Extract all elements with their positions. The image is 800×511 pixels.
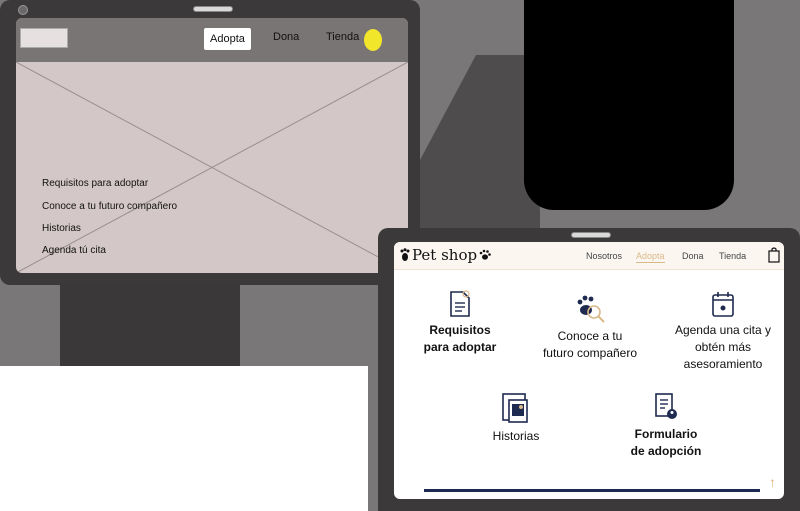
- wireframe-nav-dona[interactable]: Dona: [273, 31, 299, 43]
- paw-icon: [400, 248, 410, 261]
- wireframe-link-historias[interactable]: Historias: [42, 223, 81, 234]
- card-historias[interactable]: Historias: [474, 392, 558, 445]
- wireframe-logo-placeholder[interactable]: [20, 28, 68, 48]
- nav-nosotros[interactable]: Nosotros: [586, 251, 622, 261]
- background-block: [524, 0, 734, 210]
- camera-bar: [571, 232, 611, 238]
- card-label: Formulario: [634, 427, 698, 441]
- nav-tienda[interactable]: Tienda: [719, 251, 746, 261]
- nav-adopta[interactable]: Adopta: [636, 251, 665, 263]
- wireframe-screen: Adopta Dona Tienda Requisitos para adopt…: [16, 18, 408, 273]
- card-label: Conoce a tu: [557, 329, 623, 343]
- brand-name: Pet shop: [412, 246, 478, 264]
- wireframe-header: Adopta Dona Tienda: [16, 18, 408, 62]
- nav-dona[interactable]: Dona: [682, 251, 704, 261]
- brand-logo[interactable]: Pet shop: [400, 246, 491, 264]
- background-white-area: [0, 366, 368, 511]
- image-placeholder: [16, 62, 408, 273]
- paw-icon: [479, 249, 491, 260]
- app-header: Pet shop Nosotros Adopta Dona Tienda: [394, 242, 784, 270]
- card-conoce[interactable]: Conoce a tu futuro compañero: [530, 290, 650, 362]
- card-formulario[interactable]: Formulario de adopción: [614, 392, 718, 460]
- card-label: obtén más: [694, 340, 752, 354]
- wireframe-nav-adopta[interactable]: Adopta: [204, 28, 251, 50]
- paw-search-icon: [577, 295, 605, 323]
- card-label: para adoptar: [423, 340, 497, 354]
- wireframe-laptop: Adopta Dona Tienda Requisitos para adopt…: [0, 0, 420, 285]
- camera-dot: [18, 5, 28, 15]
- camera-bar: [193, 6, 233, 12]
- form-icon: [655, 393, 677, 419]
- calendar-icon: [712, 292, 734, 317]
- wireframe-avatar[interactable]: [364, 29, 382, 51]
- card-agenda[interactable]: Agenda una cita y obtén más asesoramient…: [662, 290, 784, 373]
- wireframe-nav-tienda[interactable]: Tienda: [326, 31, 359, 43]
- final-screen: Pet shop Nosotros Adopta Dona Tienda Req…: [394, 242, 784, 499]
- document-icon: [450, 290, 470, 317]
- card-label: Requisitos: [429, 323, 491, 337]
- card-label: asesoramiento: [683, 357, 763, 371]
- wireframe-link-conoce[interactable]: Conoce a tu futuro compañero: [42, 201, 177, 212]
- scroll-up-arrow-icon[interactable]: ↑: [769, 474, 776, 490]
- card-label: Historias: [492, 429, 540, 443]
- wireframe-link-requisitos[interactable]: Requisitos para adoptar: [42, 178, 148, 189]
- card-label: futuro compañero: [542, 346, 638, 360]
- final-laptop: Pet shop Nosotros Adopta Dona Tienda Req…: [378, 228, 800, 511]
- footer-divider: [424, 489, 760, 492]
- card-label: de adopción: [630, 444, 702, 458]
- wireframe-link-agenda[interactable]: Agenda tú cita: [42, 245, 106, 256]
- card-label: Agenda una cita y: [674, 323, 772, 337]
- card-requisitos[interactable]: Requisitos para adoptar: [408, 290, 512, 356]
- photos-icon: [502, 393, 528, 423]
- shopping-bag-icon[interactable]: [768, 247, 780, 263]
